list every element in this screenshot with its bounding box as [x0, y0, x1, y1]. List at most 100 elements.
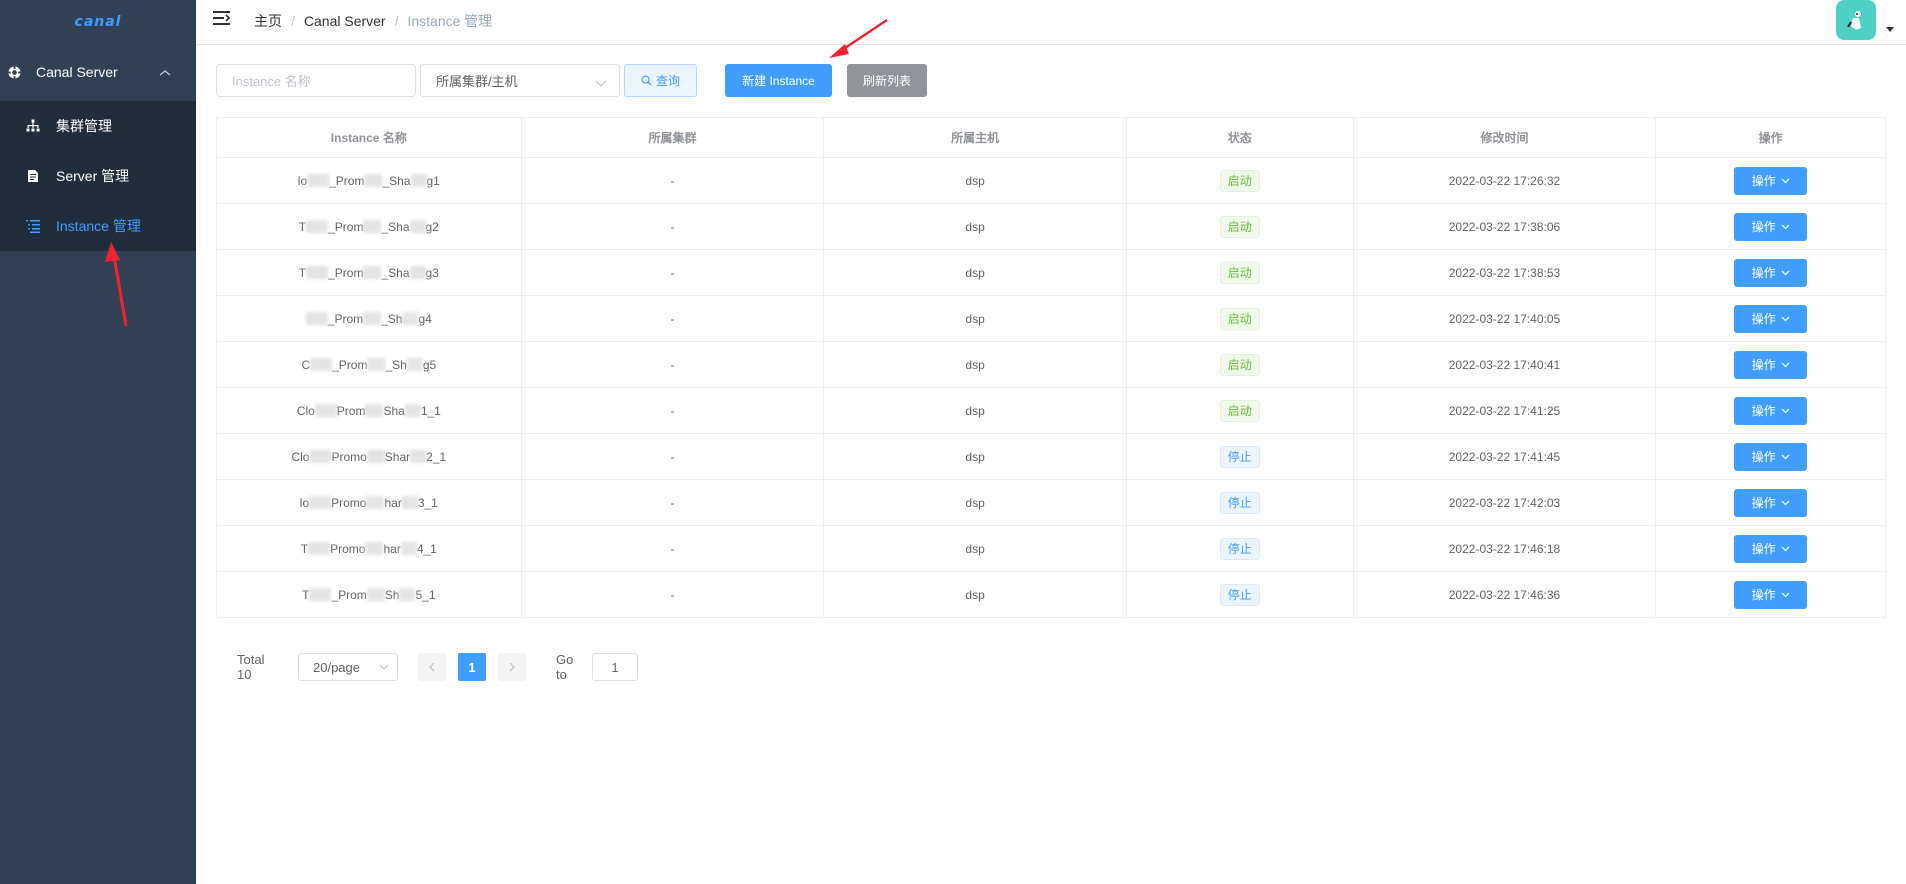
operation-dropdown-button[interactable]: 操作 [1734, 580, 1808, 609]
status-cell: 启动 [1127, 158, 1354, 203]
redaction-mask [307, 174, 330, 187]
name-part: T [302, 587, 310, 602]
operation-dropdown-button[interactable]: 操作 [1734, 534, 1808, 563]
redaction-mask [309, 450, 332, 463]
modified-time-cell: 2022-03-22 17:38:53 [1354, 250, 1657, 295]
operation-cell: 操作 [1656, 480, 1885, 525]
avatar[interactable] [1836, 0, 1876, 40]
operation-cell: 操作 [1656, 250, 1885, 295]
host-cell: dsp [824, 296, 1127, 341]
document-icon [25, 168, 41, 184]
page-size-select[interactable]: 20/page [298, 653, 398, 681]
redaction-mask [363, 220, 382, 233]
sidebar-item-server[interactable]: Server 管理 [0, 151, 196, 201]
refresh-list-button[interactable]: 刷新列表 [847, 64, 927, 97]
hamburger-icon[interactable] [213, 10, 231, 26]
operation-cell: 操作 [1656, 526, 1885, 571]
modified-time-cell: 2022-03-22 17:41:45 [1354, 434, 1657, 479]
sidebar-item-label: Server 管理 [56, 168, 130, 184]
operation-label: 操作 [1751, 312, 1776, 326]
logo-text: canal [74, 13, 122, 30]
status-badge: 启动 [1219, 169, 1260, 192]
sidebar-item-label: Instance 管理 [56, 218, 141, 234]
sidebar-group-canal-server[interactable]: Canal Server [0, 43, 196, 101]
breadcrumb-canal-server[interactable]: Canal Server [304, 13, 386, 29]
table-row: lo _Prom _Sha g1 - dsp 启动 2022-03-22 17:26:32 操作 [217, 158, 1885, 204]
host-cell: dsp [824, 158, 1127, 203]
modified-time-cell: 2022-03-22 17:26:32 [1354, 158, 1657, 203]
operation-dropdown-button[interactable]: 操作 [1734, 212, 1808, 241]
submenu: 集群管理 Server 管理 Instance 管理 [0, 101, 196, 251]
name-part: Sha [383, 403, 405, 418]
modified-time-cell: 2022-03-22 17:40:41 [1354, 342, 1657, 387]
breadcrumb-separator: / [291, 13, 295, 29]
redaction-mask [410, 174, 427, 187]
name-part: g5 [422, 357, 437, 372]
cluster-cell: - [522, 388, 825, 433]
table-row: C _Prom _Sh g5 - dsp 启动 2022-03-22 17:40:41 操作 [217, 342, 1885, 388]
host-cell: dsp [824, 572, 1127, 617]
operation-dropdown-button[interactable]: 操作 [1734, 166, 1808, 195]
column-header: 所属集群 [522, 118, 825, 157]
status-cell: 启动 [1127, 296, 1354, 341]
name-part: lo [299, 495, 310, 510]
goto-label: Go to [556, 652, 574, 682]
chevron-down-icon [1781, 362, 1790, 367]
cluster-cell: - [522, 434, 825, 479]
modified-time-cell: 2022-03-22 17:38:06 [1354, 204, 1657, 249]
cluster-host-select[interactable]: 所属集群/主机 [420, 64, 620, 97]
status-badge: 停止 [1219, 583, 1260, 606]
operation-dropdown-button[interactable]: 操作 [1734, 350, 1808, 379]
operation-dropdown-button[interactable]: 操作 [1734, 442, 1808, 471]
prev-page-button[interactable] [418, 653, 446, 681]
name-part: _Sh [381, 311, 403, 326]
status-badge: 启动 [1219, 353, 1260, 376]
sitemap-icon [25, 118, 41, 134]
cluster-cell: - [522, 296, 825, 341]
table-row: T _Prom Sh 5_1 - dsp 停止 2022-03-22 17:46:36 操作 [217, 572, 1885, 618]
operation-dropdown-button[interactable]: 操作 [1734, 488, 1808, 517]
redaction-mask [409, 220, 426, 233]
host-cell: dsp [824, 250, 1127, 295]
operation-dropdown-button[interactable]: 操作 [1734, 258, 1808, 287]
cluster-cell: - [522, 204, 825, 249]
cluster-cell: - [522, 158, 825, 203]
new-instance-button[interactable]: 新建 Instance [725, 64, 832, 97]
operation-label: 操作 [1751, 220, 1776, 234]
status-cell: 停止 [1127, 434, 1354, 479]
name-part: _Sha [381, 219, 410, 234]
query-button-label: 查询 [655, 74, 680, 88]
chevron-down-icon [1781, 500, 1790, 505]
name-part: _Prom [331, 587, 367, 602]
next-page-button[interactable] [498, 653, 526, 681]
host-cell: dsp [824, 204, 1127, 249]
query-button[interactable]: 查询 [624, 64, 697, 97]
chevron-up-icon [158, 65, 174, 79]
instance-name-input[interactable]: Instance 名称 [216, 64, 416, 97]
redaction-mask [399, 588, 416, 601]
table-header: Instance 名称 所属集群 所属主机 状态 修改时间 操作 [217, 118, 1885, 158]
redaction-mask [410, 450, 427, 463]
sidebar-item-instance[interactable]: Instance 管理 [0, 201, 196, 251]
modified-time-cell: 2022-03-22 17:42:03 [1354, 480, 1657, 525]
status-cell: 启动 [1127, 342, 1354, 387]
operation-cell: 操作 [1656, 296, 1885, 341]
sidebar-item-label: 集群管理 [56, 118, 112, 134]
breadcrumb-home[interactable]: 主页 [254, 11, 282, 31]
page-number-current[interactable]: 1 [458, 653, 486, 681]
host-cell: dsp [824, 434, 1127, 479]
sidebar: canal Canal Server 集群管理 Server 管理 Instan… [0, 0, 196, 884]
caret-down-icon[interactable] [1886, 27, 1894, 32]
name-part: Shar [384, 449, 411, 464]
operation-dropdown-button[interactable]: 操作 [1734, 396, 1808, 425]
name-part: lo [297, 173, 308, 188]
operation-dropdown-button[interactable]: 操作 [1734, 304, 1808, 333]
name-part: 4_1 [416, 541, 437, 556]
operation-cell: 操作 [1656, 434, 1885, 479]
status-badge: 启动 [1219, 307, 1260, 330]
operation-label: 操作 [1751, 450, 1776, 464]
goto-page-input[interactable]: 1 [592, 653, 638, 681]
sidebar-item-cluster[interactable]: 集群管理 [0, 101, 196, 151]
name-part: C [301, 357, 311, 372]
name-part: 2_1 [426, 449, 447, 464]
